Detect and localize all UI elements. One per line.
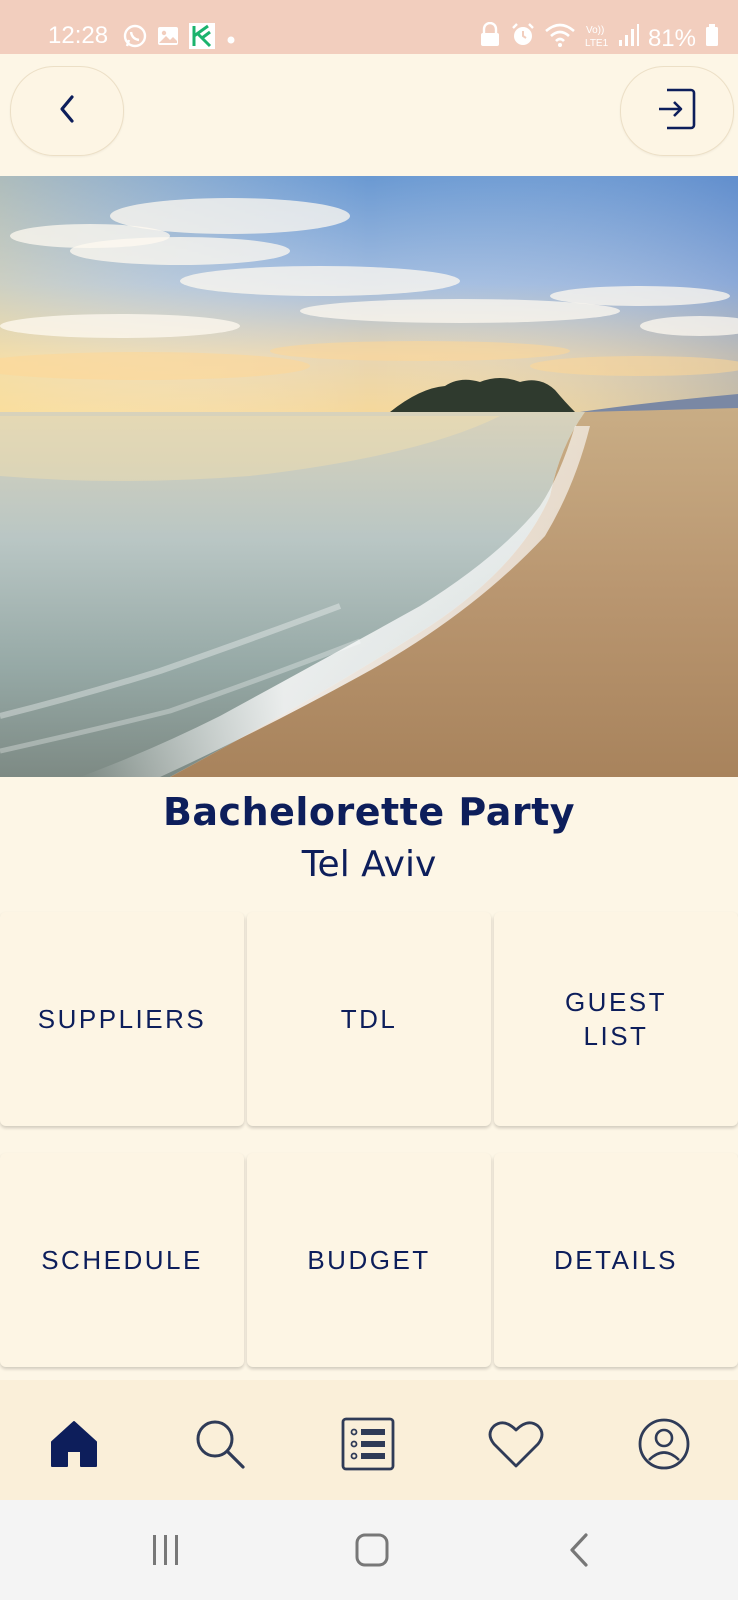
event-header: Bachelorette Party Tel Aviv <box>0 786 738 885</box>
status-time: 12:28 <box>48 22 109 49</box>
exit-icon <box>655 84 699 138</box>
heart-icon[interactable] <box>486 1414 546 1474</box>
guest-list-tile[interactable]: GUEST LIST <box>494 912 738 1126</box>
whatsapp-icon <box>122 23 148 56</box>
status-left-icons <box>122 22 238 57</box>
system-nav-bar <box>0 1500 738 1600</box>
home-button-icon[interactable] <box>347 1530 397 1570</box>
status-bar: 12:28 Vo)) LTE1 81% <box>0 0 738 54</box>
list-icon[interactable] <box>338 1414 398 1474</box>
back-button[interactable] <box>10 66 124 156</box>
gallery-icon <box>156 24 180 55</box>
search-icon[interactable] <box>190 1414 250 1474</box>
app-notification-icon <box>188 22 216 57</box>
schedule-tile[interactable]: SCHEDULE <box>0 1153 244 1367</box>
battery-icon <box>704 22 720 55</box>
budget-tile[interactable]: BUDGET <box>247 1153 491 1367</box>
top-bar <box>0 54 738 176</box>
bottom-nav <box>0 1380 738 1500</box>
lock-icon <box>478 21 502 55</box>
chevron-left-icon <box>53 91 81 131</box>
alarm-icon <box>510 22 536 55</box>
svg-text:Vo)): Vo)) <box>586 25 604 36</box>
event-cover-image <box>0 176 738 777</box>
tdl-tile[interactable]: TDL <box>247 912 491 1126</box>
profile-icon[interactable] <box>634 1414 694 1474</box>
recents-icon[interactable] <box>140 1530 190 1570</box>
status-right-icons: Vo)) LTE1 81% <box>478 21 720 55</box>
suppliers-tile[interactable]: SUPPLIERS <box>0 912 244 1126</box>
home-icon[interactable] <box>44 1414 104 1474</box>
wifi-icon <box>544 22 576 55</box>
volte-icon: Vo)) LTE1 <box>584 22 610 55</box>
battery-percent: 81% <box>647 24 696 52</box>
exit-button[interactable] <box>620 66 734 156</box>
svg-text:LTE1: LTE1 <box>585 38 609 48</box>
dot-icon <box>224 26 238 54</box>
details-tile[interactable]: DETAILS <box>494 1153 738 1367</box>
beach-photo <box>0 176 738 777</box>
signal-icon <box>618 22 640 55</box>
back-icon[interactable] <box>555 1530 605 1570</box>
event-title: Bachelorette Party <box>162 790 576 834</box>
event-location: Tel Aviv <box>301 844 437 885</box>
